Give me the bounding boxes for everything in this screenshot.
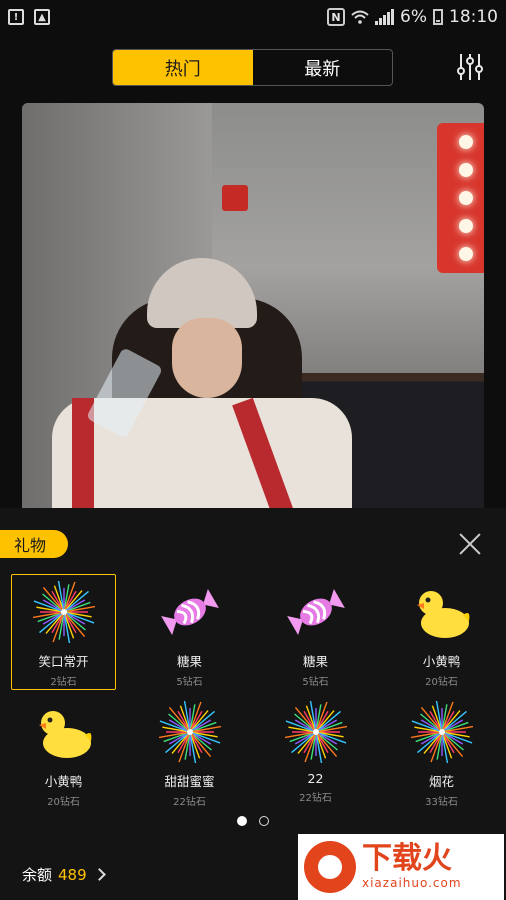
- page-dot[interactable]: [259, 816, 269, 826]
- battery-percent: 6%: [400, 7, 427, 27]
- gift-item[interactable]: 烟花 33钻石: [389, 694, 494, 810]
- watermark-logo: 下载火 xiazaihuo.com: [298, 834, 504, 900]
- nfc-icon: N: [327, 8, 346, 26]
- duck-icon: [411, 581, 473, 643]
- flame-logo-icon: [304, 841, 356, 893]
- gift-price: 20钻石: [425, 677, 458, 688]
- gift-price: 20钻石: [47, 797, 80, 808]
- tab-hot[interactable]: 热门: [113, 50, 253, 85]
- status-bar: ! ▲ N 6% 18:10: [0, 0, 506, 34]
- candy-icon: [159, 581, 221, 643]
- page-dot[interactable]: [237, 816, 247, 826]
- signal-icon: [375, 9, 395, 25]
- gift-price: 33钻石: [425, 797, 458, 808]
- gift-name: 烟花: [428, 774, 454, 789]
- gift-price: 2钻石: [50, 677, 77, 688]
- gift-name: 22: [307, 771, 324, 786]
- streamer-photo[interactable]: [22, 103, 484, 513]
- alert-notification-icon: !: [8, 9, 24, 25]
- gift-item[interactable]: 糖果 5钻石: [137, 574, 242, 690]
- fireworks-icon: [283, 700, 348, 764]
- gift-item[interactable]: 糖果 5钻石: [263, 574, 368, 690]
- gift-price: 22钻石: [299, 793, 332, 804]
- candy-icon: [285, 581, 347, 643]
- watermark-en: xiazaihuo.com: [362, 876, 462, 890]
- gift-item[interactable]: 甜甜蜜蜜 22钻石: [137, 694, 242, 810]
- gift-item[interactable]: 小黄鸭 20钻石: [389, 574, 494, 690]
- gift-name: 糖果: [302, 654, 328, 669]
- gift-price: 5钻石: [302, 677, 329, 688]
- close-icon[interactable]: [458, 532, 482, 556]
- gift-item[interactable]: 22 22钻石: [263, 694, 368, 810]
- gift-panel-title: 礼物: [0, 530, 68, 558]
- balance-label: 余额: [22, 866, 53, 884]
- clock: 18:10: [449, 7, 498, 27]
- photo-neon-sign: [437, 123, 484, 273]
- tab-latest[interactable]: 最新: [253, 50, 393, 85]
- feed-tabs: 热门 最新: [112, 49, 393, 86]
- filter-settings-icon[interactable]: [456, 52, 484, 82]
- duck-icon: [33, 701, 95, 763]
- gift-name: 小黄鸭: [44, 774, 83, 789]
- fireworks-icon: [31, 580, 96, 644]
- gift-item[interactable]: 小黄鸭 20钻石: [11, 694, 116, 810]
- image-notification-icon: ▲: [34, 9, 50, 25]
- gift-name: 笑口常开: [38, 654, 89, 669]
- gift-price: 5钻石: [176, 677, 203, 688]
- battery-icon: [433, 9, 443, 25]
- balance-link[interactable]: 余额 489: [22, 864, 106, 885]
- chevron-right-icon: [92, 868, 106, 881]
- photo-alarm-box: [222, 185, 248, 211]
- page-indicator: [237, 816, 269, 826]
- gift-name: 糖果: [176, 654, 202, 669]
- wifi-icon: [351, 10, 369, 24]
- watermark-cn: 下载火: [362, 841, 452, 876]
- balance-value: 489: [58, 865, 87, 884]
- gift-item[interactable]: 笑口常开 2钻石: [11, 574, 116, 690]
- gift-name: 甜甜蜜蜜: [164, 774, 215, 789]
- fireworks-icon: [157, 700, 222, 764]
- gift-panel: 礼物 笑口常开 2钻石 糖果 5钻石 糖果 5钻石 小黄鸭 20钻石 小黄鸭 20钻石 甜甜蜜蜜 22…: [0, 508, 506, 900]
- gift-name: 小黄鸭: [422, 654, 461, 669]
- gift-price: 22钻石: [173, 797, 206, 808]
- fireworks-icon: [409, 700, 474, 764]
- gift-grid: 笑口常开 2钻石 糖果 5钻石 糖果 5钻石 小黄鸭 20钻石 小黄鸭 20钻石 甜甜蜜蜜 22钻石 2…: [11, 574, 495, 810]
- photo-person: [52, 258, 352, 513]
